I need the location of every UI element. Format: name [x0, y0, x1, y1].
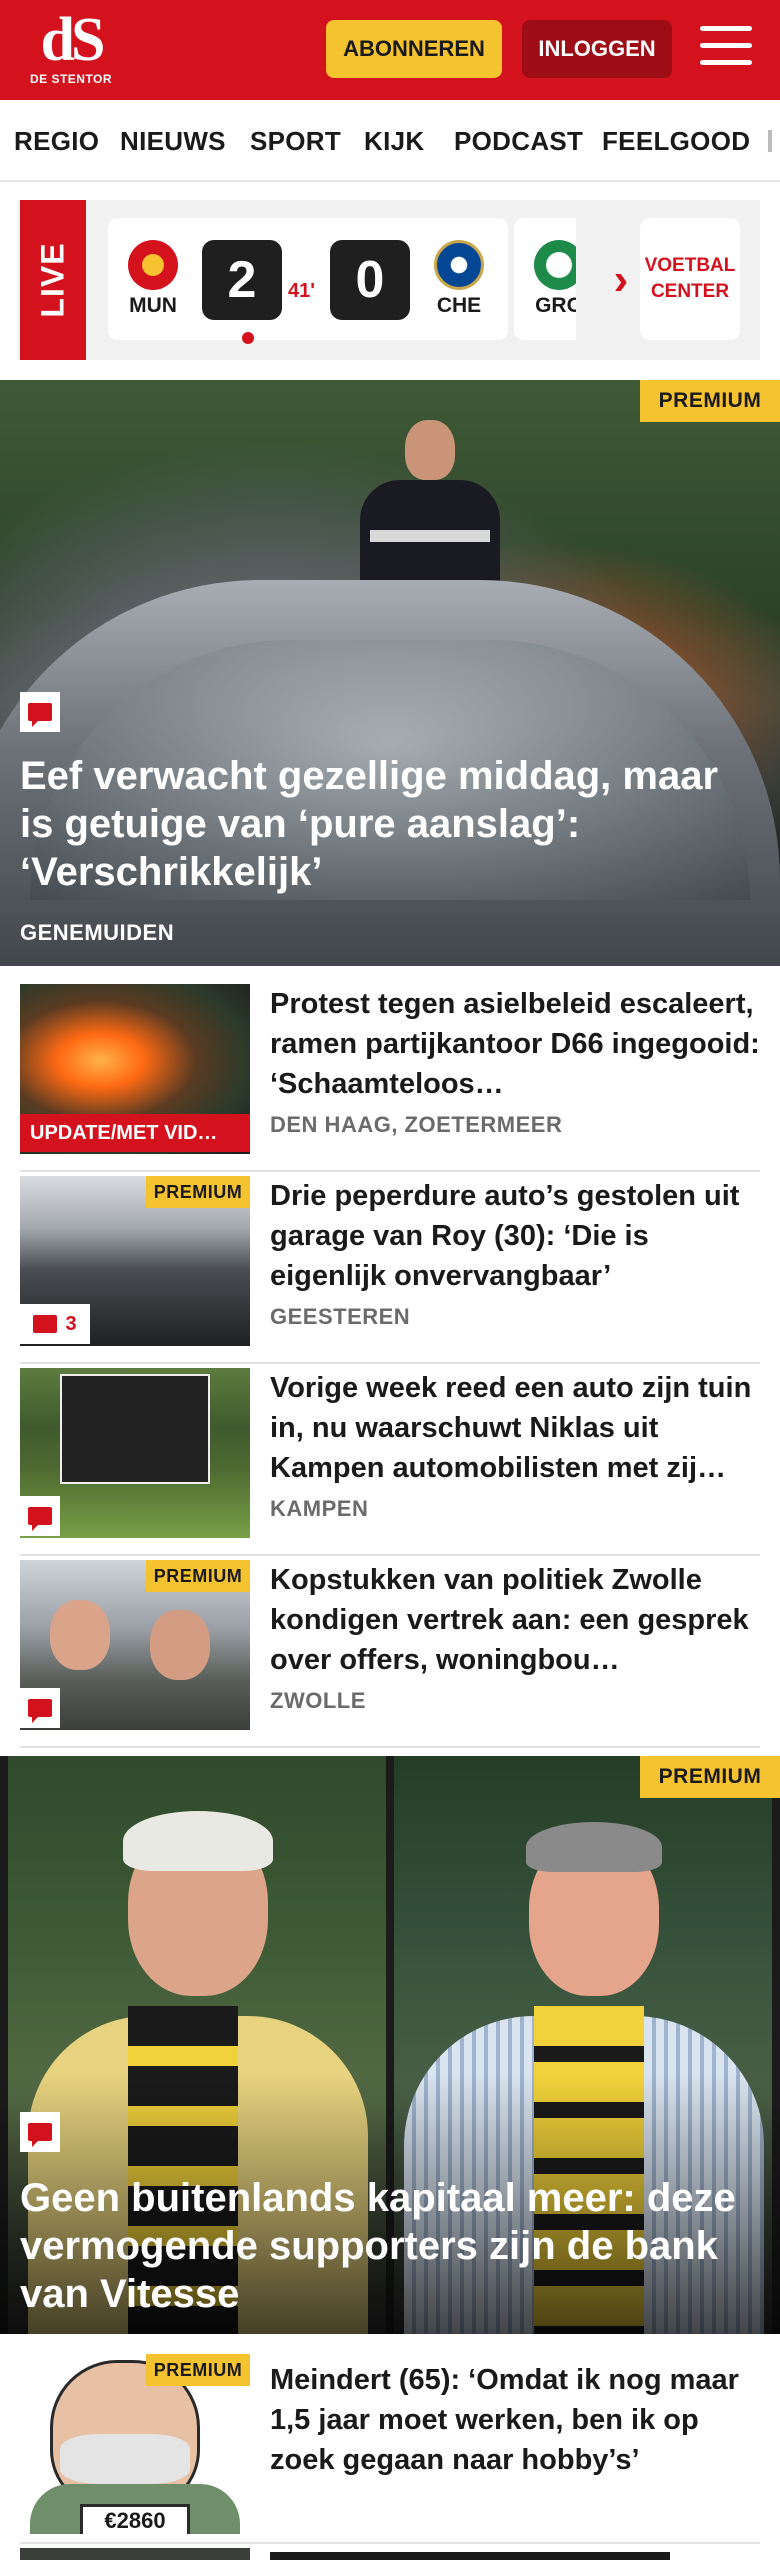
live-scores-bar: LIVE MUN 2 41' 0 CHE GRO › VOETBAL CENTER: [18, 200, 760, 360]
logo-mark: dS: [40, 6, 106, 74]
list-item[interactable]: PREMIUM Kopstukken van politiek Zwolle k…: [20, 1556, 760, 1748]
away-team-code: CHE: [436, 294, 482, 317]
goal-indicator-icon: [242, 332, 254, 344]
hero-article-vitesse[interactable]: PREMIUM Geen buitenlands kapitaal meer: …: [0, 1756, 780, 2334]
list-item[interactable]: €2860 PREMIUM Meindert (65): ‘Omdat ik n…: [20, 2344, 760, 2544]
home-score: 2: [202, 240, 282, 320]
hero-title[interactable]: Eef verwacht gezellige middag, maar is g…: [20, 752, 760, 896]
photo-element: [50, 1600, 110, 1670]
premium-badge: PREMIUM: [640, 1756, 780, 1798]
nav-overflow-indicator: [768, 130, 772, 152]
hero-location: GENEMUIDEN: [20, 920, 175, 945]
next-article-thumb: [20, 2548, 250, 2560]
home-team-code: MUN: [129, 294, 177, 317]
hero-title[interactable]: Geen buitenlands kapitaal meer: deze ver…: [20, 2174, 765, 2318]
comment-count-value: 3: [65, 1312, 77, 1335]
chelsea-crest-icon: [434, 240, 484, 290]
comment-icon: [20, 692, 60, 732]
price-tag: €2860: [80, 2504, 190, 2534]
photo-element: [405, 420, 455, 480]
chevron-right-icon[interactable]: ›: [596, 252, 646, 308]
away-team: CHE: [428, 240, 490, 318]
article-location: DEN HAAG, ZOETERMEER: [270, 1112, 563, 1137]
home-team: MUN: [122, 240, 184, 318]
top-header: dS DE STENTOR ABONNEREN INLOGGEN: [0, 0, 780, 100]
premium-badge: PREMIUM: [146, 2354, 250, 2386]
live-label-text: LIVE: [34, 242, 71, 318]
list-item[interactable]: UPDATE/MET VID… Protest tegen asielbelei…: [20, 980, 760, 1172]
premium-badge: PREMIUM: [640, 380, 780, 422]
list-item[interactable]: PREMIUM 3 Drie peperdure auto’s gestolen…: [20, 1172, 760, 1364]
article-location: GEESTEREN: [270, 1304, 411, 1329]
nav-item-regio[interactable]: REGIO: [14, 126, 99, 157]
article-title[interactable]: Vorige week reed een auto zijn tuin in, …: [270, 1368, 760, 1488]
next-team: GRO: [528, 240, 576, 318]
nav-item-sport[interactable]: SPORT: [250, 126, 341, 157]
premium-badge: PREMIUM: [146, 1560, 250, 1592]
hero-article[interactable]: PREMIUM Eef verwacht gezellige middag, m…: [0, 380, 780, 966]
comment-icon: [20, 1496, 60, 1536]
nav-item-nieuws[interactable]: NIEUWS: [120, 126, 226, 157]
article-location: ZWOLLE: [270, 1688, 366, 1713]
next-article-preview: [20, 2548, 760, 2560]
login-button[interactable]: INLOGGEN: [522, 20, 672, 78]
live-match-card[interactable]: MUN 2 41' 0 CHE: [108, 218, 508, 344]
comment-icon: [20, 1688, 60, 1728]
subscribe-button[interactable]: ABONNEREN: [326, 20, 502, 78]
comment-count[interactable]: 3: [20, 1304, 90, 1344]
groningen-crest-icon: [534, 240, 576, 290]
list-item[interactable]: Vorige week reed een auto zijn tuin in, …: [20, 1364, 760, 1556]
away-score: 0: [330, 240, 410, 320]
comment-icon: [20, 2112, 60, 2152]
photo-element: [60, 1374, 210, 1484]
article-location: KAMPEN: [270, 1496, 369, 1521]
photo-element: [370, 530, 490, 542]
update-video-tag: UPDATE/MET VID…: [20, 1114, 250, 1152]
next-team-code: GRO: [535, 294, 576, 317]
voetbal-center-link[interactable]: VOETBAL CENTER: [640, 218, 740, 340]
illustration-element: [60, 2434, 190, 2484]
nav-item-kijk[interactable]: KIJK: [364, 126, 424, 157]
menu-icon-bar: [700, 43, 752, 48]
site-logo[interactable]: dS DE STENTOR: [28, 6, 114, 90]
article-title[interactable]: Protest tegen asielbeleid escaleert, ram…: [270, 984, 760, 1104]
logo-text: DE STENTOR: [29, 72, 113, 86]
photo-element: [150, 1610, 210, 1680]
article-title[interactable]: Meindert (65): ‘Omdat ik nog maar 1,5 ja…: [270, 2360, 760, 2480]
next-article-title-stub: [270, 2552, 670, 2560]
menu-icon[interactable]: [700, 26, 752, 72]
comment-icon: [33, 1315, 58, 1333]
man-utd-crest-icon: [128, 240, 178, 290]
article-title[interactable]: Drie peperdure auto’s gestolen uit garag…: [270, 1176, 760, 1296]
live-label: LIVE: [20, 200, 86, 360]
match-minute: 41': [288, 280, 316, 302]
article-title[interactable]: Kopstukken van politiek Zwolle kondigen …: [270, 1560, 760, 1680]
nav-item-feelgood[interactable]: FEELGOOD: [602, 126, 750, 157]
section-nav: REGIO NIEUWS SPORT KIJK PODCAST FEELGOOD: [0, 100, 780, 182]
menu-icon-bar: [700, 60, 752, 65]
nav-item-podcast[interactable]: PODCAST: [454, 126, 583, 157]
menu-icon-bar: [700, 26, 752, 31]
premium-badge: PREMIUM: [146, 1176, 250, 1208]
next-match-card[interactable]: GRO: [514, 218, 576, 340]
